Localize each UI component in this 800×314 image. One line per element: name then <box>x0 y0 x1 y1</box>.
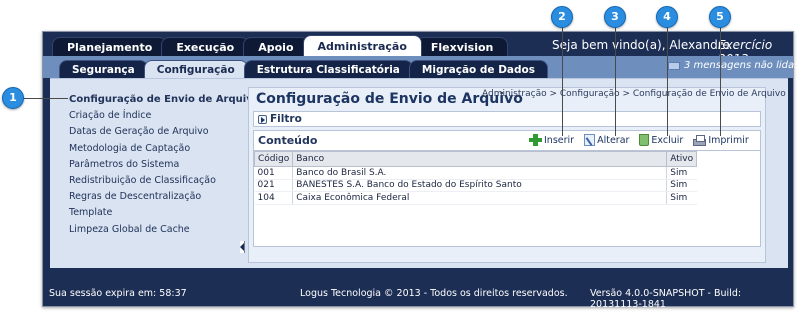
callout-5-line <box>720 26 721 136</box>
table-header-row: Código Banco Ativo <box>253 151 698 167</box>
sidebar-item-limpeza-global-cache[interactable]: Limpeza Global de Cache <box>69 222 239 238</box>
unread-messages-label: 3 mensagens não lidas <box>684 60 800 71</box>
unread-messages-link[interactable]: 3 mensagens não lidas <box>668 60 799 71</box>
subtab-estrutura-classificatoria[interactable]: Estrutura Classificatória <box>243 60 413 78</box>
cell-banco: Caixa Econômica Federal <box>292 191 667 205</box>
cell-codigo: 104 <box>254 191 293 205</box>
subtab-seguranca[interactable]: Segurança <box>59 60 148 78</box>
chevron-left-icon <box>240 243 244 251</box>
print-label: Imprimir <box>708 134 749 146</box>
trash-icon <box>639 134 650 146</box>
callout-2-line <box>562 26 563 136</box>
sidebar-menu: Configuração de Envio de Arquivo Criação… <box>69 92 260 238</box>
callout-3-line <box>615 26 616 136</box>
table-row[interactable]: 021 BANESTES S.A. Banco do Estado do Esp… <box>254 179 697 192</box>
plus-icon <box>529 134 542 146</box>
sidebar-item-parametros-sistema[interactable]: Parâmetros do Sistema <box>69 157 239 173</box>
sidebar-item-template[interactable]: Template <box>69 205 239 221</box>
callout-2-badge: 2 <box>551 6 573 28</box>
expand-icon <box>258 114 267 124</box>
cell-ativo: Sim <box>666 179 697 192</box>
delete-label: Excluir <box>651 134 684 146</box>
cell-codigo: 001 <box>254 166 293 180</box>
content-title: Conteúdo <box>258 134 318 147</box>
cell-ativo: Sim <box>666 166 697 180</box>
breadcrumb: Administração > Configuração > Configura… <box>482 89 786 99</box>
subtab-migracao-de-dados[interactable]: Migração de Dados <box>408 60 548 78</box>
sidebar-item-redistribuicao-classificacao[interactable]: Redistribuição de Classificação <box>69 173 239 189</box>
callout-4-badge: 4 <box>656 6 678 28</box>
tab-administracao[interactable]: Administração <box>302 35 422 56</box>
table-row[interactable]: 104 Caixa Econômica Federal Sim <box>254 191 697 205</box>
tab-planejamento[interactable]: Planejamento <box>52 37 168 56</box>
subtab-configuracao[interactable]: Configuração <box>143 60 248 78</box>
edit-icon <box>584 134 596 146</box>
callout-4-line <box>667 26 668 136</box>
tab-flexvision[interactable]: Flexvision <box>415 37 509 56</box>
cell-banco: Banco do Brasil S.A. <box>292 166 667 180</box>
welcome-text: Seja bem vindo(a), Alexandre <box>552 38 730 52</box>
insert-button[interactable]: Inserir <box>529 134 574 146</box>
cell-codigo: 021 <box>254 179 293 192</box>
sidebar-item-criacao-indice[interactable]: Criação de Índice <box>69 108 239 124</box>
callout-5-badge: 5 <box>709 6 731 28</box>
version-text: Versão 4.0.0-SNAPSHOT - Build: 20131113-… <box>590 288 742 310</box>
content-toolbar: Conteúdo Inserir Alterar Excluir Imprimi… <box>253 130 761 150</box>
sidebar-item-metodologia-captacao[interactable]: Metodologia de Captação <box>69 141 239 157</box>
edit-button[interactable]: Alterar <box>584 134 629 146</box>
sidebar-item-datas-geracao-arquivo[interactable]: Datas de Geração de Arquivo <box>69 124 239 140</box>
sidebar-item-regras-descentralizacao[interactable]: Regras de Descentralização <box>69 189 239 205</box>
session-timer: Sua sessão expira em: 58:37 <box>49 288 187 299</box>
column-header-banco[interactable]: Banco <box>292 151 668 167</box>
tab-apoio[interactable]: Apoio <box>243 37 309 56</box>
sidebar-item-configuracao-envio-arquivo[interactable]: Configuração de Envio de Arquivo <box>69 92 260 108</box>
callout-3-badge: 3 <box>604 6 626 28</box>
bank-grid: Código Banco Ativo 001 Banco do Brasil S… <box>253 150 761 247</box>
bank-table: Código Banco Ativo 001 Banco do Brasil S… <box>253 151 698 205</box>
filter-toggle[interactable]: Filtro <box>253 111 761 127</box>
sidebar-collapse-handle[interactable] <box>240 241 245 253</box>
print-button[interactable]: Imprimir <box>693 134 749 146</box>
envelope-icon <box>668 61 680 70</box>
column-header-codigo[interactable]: Código <box>253 151 294 167</box>
table-row[interactable]: 001 Banco do Brasil S.A. Sim <box>254 166 697 180</box>
column-header-ativo[interactable]: Ativo <box>666 151 698 167</box>
delete-button[interactable]: Excluir <box>639 134 683 146</box>
insert-label: Inserir <box>544 134 575 146</box>
edit-label: Alterar <box>597 134 630 146</box>
app-window: Planejamento Execução Apoio Administraçã… <box>0 0 800 314</box>
cell-ativo: Sim <box>666 191 697 205</box>
status-footer: Sua sessão expira em: 58:37 Logus Tecnol… <box>43 280 793 310</box>
sub-navigation: Segurança Configuração Estrutura Classif… <box>59 59 548 78</box>
callout-1-badge: 1 <box>2 87 24 109</box>
top-navigation: Planejamento Execução Apoio Administraçã… <box>52 35 509 56</box>
copyright-text: Logus Tecnologia © 2013 - Todos os direi… <box>300 288 568 299</box>
callout-1-line <box>22 98 68 99</box>
printer-icon <box>693 134 707 146</box>
tab-execucao[interactable]: Execução <box>161 37 250 56</box>
filter-label: Filtro <box>270 113 302 125</box>
cell-banco: BANESTES S.A. Banco do Estado do Espírit… <box>292 179 667 192</box>
